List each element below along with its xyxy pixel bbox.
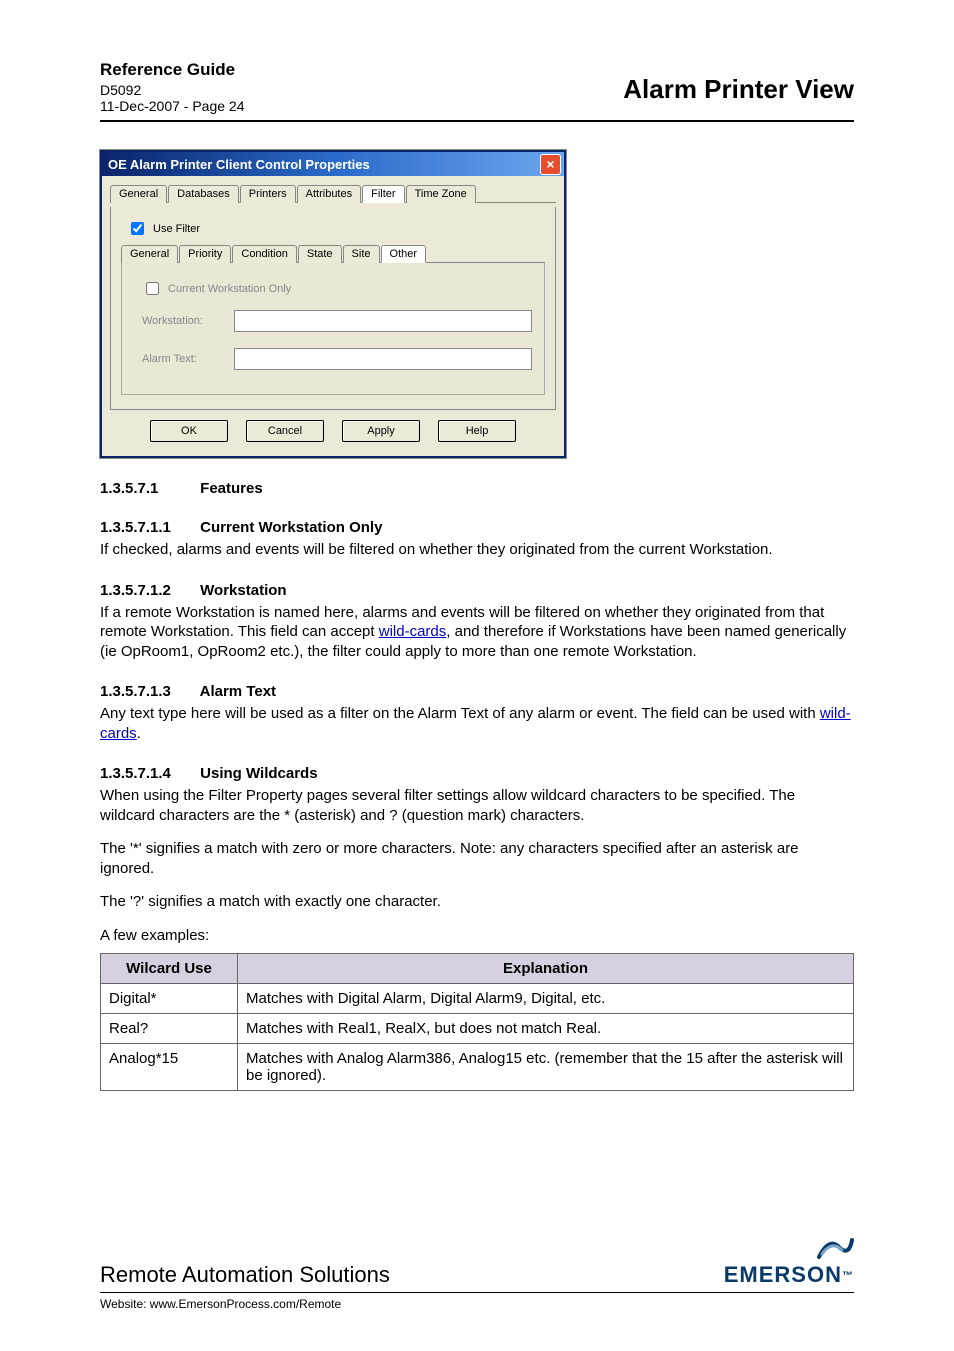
emerson-logo: EMERSON™ xyxy=(724,1232,854,1288)
tab-timezone[interactable]: Time Zone xyxy=(406,185,476,203)
current-ws-label: Current Workstation Only xyxy=(168,283,291,295)
doc-id: D5092 xyxy=(100,82,245,98)
section-using-wildcards: 1.3.5.7.1.4 Using Wildcards xyxy=(100,765,854,782)
alarm-text-input[interactable] xyxy=(234,348,532,370)
tab-printers[interactable]: Printers xyxy=(240,185,296,203)
section-alarm-text: 1.3.5.7.1.3 Alarm Text xyxy=(100,683,854,700)
apply-button[interactable]: Apply xyxy=(342,420,420,442)
properties-dialog: OE Alarm Printer Client Control Properti… xyxy=(100,150,566,458)
close-icon: × xyxy=(546,157,554,171)
section-workstation: 1.3.5.7.1.2 Workstation xyxy=(100,582,854,599)
current-ws-checkbox[interactable] xyxy=(146,282,159,295)
filter-tab-panel: Use Filter General Priority Condition St… xyxy=(110,207,556,410)
th-wildcard-use: Wilcard Use xyxy=(101,954,238,984)
wildcards-link-1[interactable]: wild-cards xyxy=(379,623,447,640)
alarm-text-label: Alarm Text: xyxy=(142,353,222,365)
workstation-input[interactable] xyxy=(234,310,532,332)
page-footer: Remote Automation Solutions EMERSON™ Web… xyxy=(100,1232,854,1311)
dialog-title: OE Alarm Printer Client Control Properti… xyxy=(108,157,370,172)
emerson-wordmark: EMERSON™ xyxy=(724,1262,854,1288)
use-filter-checkbox[interactable] xyxy=(131,222,144,235)
date-page: 11-Dec-2007 - Page 24 xyxy=(100,98,245,114)
wildcard-table: Wilcard Use Explanation Digital* Matches… xyxy=(100,953,854,1091)
use-filter-row: Use Filter xyxy=(127,219,545,238)
workstation-label: Workstation: xyxy=(142,315,222,327)
table-row: Analog*15 Matches with Analog Alarm386, … xyxy=(101,1044,854,1091)
inner-tab-other[interactable]: Other xyxy=(381,245,427,263)
inner-tab-condition[interactable]: Condition xyxy=(232,245,296,263)
footer-company: Remote Automation Solutions xyxy=(100,1262,390,1288)
table-row: Digital* Matches with Digital Alarm, Dig… xyxy=(101,984,854,1014)
inner-tab-priority[interactable]: Priority xyxy=(179,245,231,263)
wildcards-p4: A few examples: xyxy=(100,926,854,946)
other-tab-panel: Current Workstation Only Workstation: Al… xyxy=(121,263,545,395)
body-alarm-text: Any text type here will be used as a fil… xyxy=(100,704,854,743)
use-filter-label: Use Filter xyxy=(153,223,200,235)
footer-rule xyxy=(100,1292,854,1293)
wildcards-p1: When using the Filter Property pages sev… xyxy=(100,786,854,825)
close-button[interactable]: × xyxy=(540,154,561,175)
inner-tab-site[interactable]: Site xyxy=(343,245,380,263)
footer-website: Website: www.EmersonProcess.com/Remote xyxy=(100,1297,854,1311)
current-ws-row: Current Workstation Only xyxy=(142,279,532,298)
body-current-ws: If checked, alarms and events will be fi… xyxy=(100,540,854,560)
tab-general[interactable]: General xyxy=(110,185,167,203)
page-header: Reference Guide D5092 11-Dec-2007 - Page… xyxy=(100,60,854,114)
cancel-button[interactable]: Cancel xyxy=(246,420,324,442)
page-title: Alarm Printer View xyxy=(623,74,854,105)
guide-title: Reference Guide xyxy=(100,60,245,80)
wildcards-p2: The '*' signifies a match with zero or m… xyxy=(100,839,854,878)
tab-filter[interactable]: Filter xyxy=(362,185,404,203)
dialog-button-row: OK Cancel Apply Help xyxy=(110,410,556,448)
table-row: Real? Matches with Real1, RealX, but doe… xyxy=(101,1014,854,1044)
header-rule xyxy=(100,120,854,122)
inner-tabrow: General Priority Condition State Site Ot… xyxy=(121,244,545,263)
help-button[interactable]: Help xyxy=(438,420,516,442)
section-features: 1.3.5.7.1 Features xyxy=(100,480,854,497)
body-workstation: If a remote Workstation is named here, a… xyxy=(100,603,854,662)
wildcards-p3: The '?' signifies a match with exactly o… xyxy=(100,892,854,912)
main-tabrow: General Databases Printers Attributes Fi… xyxy=(110,184,556,203)
section-current-ws: 1.3.5.7.1.1 Current Workstation Only xyxy=(100,519,854,536)
tab-attributes[interactable]: Attributes xyxy=(297,185,361,203)
dialog-titlebar: OE Alarm Printer Client Control Properti… xyxy=(102,152,564,176)
inner-tab-state[interactable]: State xyxy=(298,245,342,263)
emerson-helix-icon xyxy=(814,1232,854,1262)
inner-tab-general[interactable]: General xyxy=(121,245,178,263)
tab-databases[interactable]: Databases xyxy=(168,185,239,203)
ok-button[interactable]: OK xyxy=(150,420,228,442)
th-explanation: Explanation xyxy=(238,954,854,984)
